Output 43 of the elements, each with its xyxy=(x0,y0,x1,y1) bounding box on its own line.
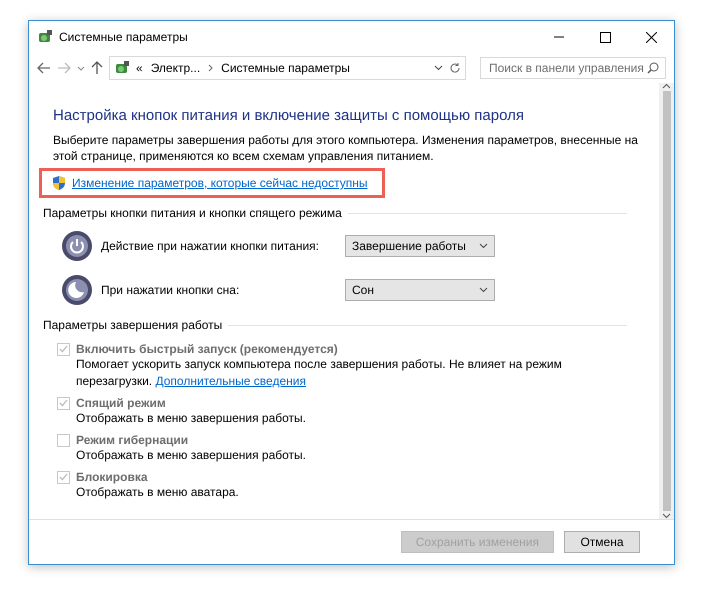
chevron-down-icon xyxy=(479,243,488,249)
control-panel-icon xyxy=(114,60,130,76)
option-description: Отображать в меню завершения работы. xyxy=(76,410,308,427)
search-field[interactable]: Поиск в панели управления xyxy=(480,57,666,79)
option-description: Отображать в меню аватара. xyxy=(76,484,240,501)
page-heading: Настройка кнопок питания и включение защиты с помощью пароля xyxy=(53,107,525,124)
search-icon xyxy=(647,62,659,74)
action-dropdown[interactable]: Завершение работы xyxy=(345,235,495,257)
refresh-icon[interactable] xyxy=(449,62,461,74)
cancel-button[interactable]: Отмена xyxy=(564,531,640,553)
overflow-crumb[interactable]: « xyxy=(136,61,143,75)
chevron-down-icon xyxy=(479,287,488,293)
option-label: Включить быстрый запуск (рекомендуется) xyxy=(76,342,338,356)
close-icon xyxy=(646,32,656,42)
setting-label: Действие при нажатии кнопки питания: xyxy=(101,239,320,253)
breadcrumb[interactable]: Системные параметры xyxy=(221,61,350,75)
section-title: Параметры завершения работы xyxy=(43,318,222,332)
scrollbar[interactable] xyxy=(659,83,674,519)
address-bar[interactable]: « Электр... Системные параметры xyxy=(109,56,466,80)
control-panel-icon xyxy=(37,29,53,45)
window-title: Системные параметры xyxy=(59,30,189,44)
maximize-icon xyxy=(600,32,610,42)
change-settings-link[interactable]: Изменение параметров, которые сейчас недоступны xyxy=(72,176,368,190)
intro-text: Выберите параметры завершения работы для этого компьютера. Изменения параметров, внесенные на этой странице, применяются ко всем схемам управления питанием. xyxy=(53,132,639,164)
action-dropdown[interactable]: Сон xyxy=(345,279,495,301)
option-label: Режим гибернации xyxy=(76,433,188,447)
power-icon xyxy=(61,230,93,262)
up-button[interactable] xyxy=(91,61,103,75)
history-button[interactable] xyxy=(77,66,85,70)
back-button[interactable] xyxy=(37,62,51,74)
breadcrumb[interactable]: Электр... xyxy=(150,61,200,75)
shield-icon xyxy=(52,175,66,191)
scroll-down-icon[interactable] xyxy=(662,513,671,519)
dropdown-icon[interactable] xyxy=(434,65,443,71)
moon-icon xyxy=(61,274,93,306)
option-label: Спящий режим xyxy=(76,396,166,410)
option-label: Блокировка xyxy=(76,470,148,484)
option-description: Отображать в меню завершения работы. xyxy=(76,447,308,464)
separator-icon xyxy=(208,64,214,72)
section-title: Параметры кнопки питания и кнопки спящего режима xyxy=(43,206,342,220)
setting-label: При нажатии кнопки сна: xyxy=(101,283,240,297)
scroll-up-icon[interactable] xyxy=(662,83,671,89)
option-description: Помогает ускорить запуск компьютера после завершения работы. Не влияет на режим перезагрузки. Дополнительные сведения xyxy=(76,356,563,390)
